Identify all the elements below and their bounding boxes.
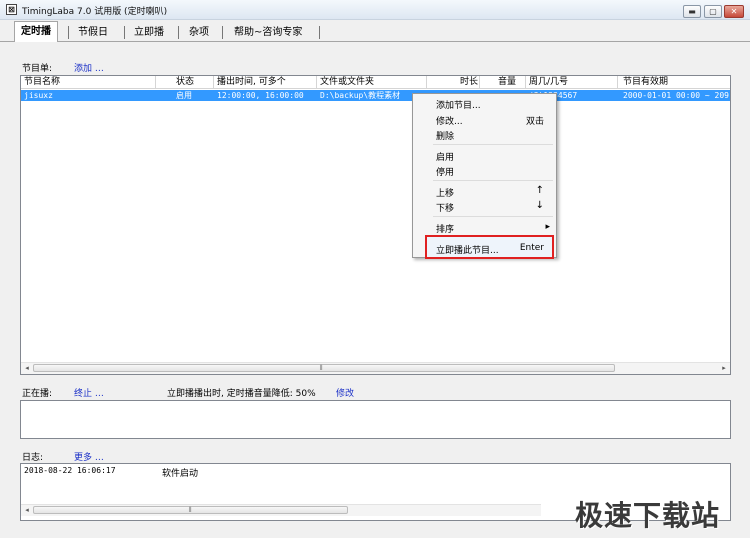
menu-item-play-now[interactable]: 立即播此节目... — [436, 243, 499, 256]
menu-separator — [433, 216, 553, 217]
cell-file: D:\backup\教程素材 — [320, 91, 401, 100]
arrow-up-icon: ↑ — [535, 185, 544, 196]
menu-shortcut-enter: Enter — [519, 243, 544, 253]
now-playing-label: 正在播: — [22, 389, 53, 399]
tab-scheduled[interactable]: 定时播 — [14, 21, 58, 42]
column-header-days[interactable]: 周几/几号 — [526, 76, 618, 89]
watermark-text: 极速下载站 — [575, 499, 721, 532]
menu-item-add[interactable]: 添加节目... — [436, 98, 481, 111]
tab-help[interactable]: 帮助~咨询专家 — [228, 24, 308, 41]
close-button[interactable]: ✕ — [724, 5, 744, 18]
scroll-grip-icon: ⦀ — [188, 506, 192, 514]
tab-separator — [178, 26, 179, 39]
menu-separator — [433, 144, 553, 145]
program-list-label: 节目单: — [22, 64, 53, 74]
cell-name: jisuxz — [24, 91, 53, 100]
arrow-down-icon: ↓ — [535, 200, 544, 211]
log-entry-time: 2018-08-22 16:06:17 — [24, 466, 116, 475]
scroll-right-arrow-icon[interactable]: ▸ — [718, 362, 730, 374]
menu-separator — [433, 180, 553, 181]
cell-times: 12:00:00, 16:00:00 — [217, 91, 304, 100]
menu-item-move-up[interactable]: 上移 — [436, 186, 454, 199]
tab-holidays[interactable]: 节假日 — [72, 24, 114, 41]
volume-info: 立即播播出时, 定时播音量降低: 50% — [167, 389, 316, 399]
stop-link[interactable]: 终止 … — [74, 386, 104, 399]
column-header-status[interactable]: 状态 — [156, 76, 214, 89]
cell-validity: 2000-01-01 00:00 ~ 209 — [623, 91, 729, 100]
column-header-duration[interactable]: 时长 — [427, 76, 480, 89]
column-header-file[interactable]: 文件或文件夹 — [317, 76, 427, 89]
now-playing-box — [20, 400, 731, 439]
tab-separator — [319, 26, 320, 39]
column-header-times[interactable]: 播出时间, 可多个 — [214, 76, 317, 89]
minimize-button[interactable]: ▬ — [683, 5, 701, 18]
menu-item-disable[interactable]: 停用 — [436, 165, 454, 178]
window-title: TimingLaba 7.0 试用版 (定时喇叭) — [22, 7, 168, 17]
column-header-validity[interactable]: 节目有效期 — [618, 76, 730, 89]
tab-instant[interactable]: 立即播 — [128, 24, 170, 41]
menu-item-modify[interactable]: 修改... — [436, 114, 463, 127]
menu-shortcut-double-click: 双击 — [525, 117, 544, 127]
log-entry-message: 软件启动 — [162, 469, 199, 479]
more-log-link[interactable]: 更多 … — [74, 450, 104, 463]
menu-item-enable[interactable]: 启用 — [436, 150, 454, 163]
app-icon: ⊠ — [6, 4, 17, 15]
column-header-name[interactable]: 节目名称 — [21, 76, 156, 89]
log-label: 日志: — [22, 453, 44, 463]
menu-item-delete[interactable]: 删除 — [436, 129, 454, 142]
tab-separator — [124, 26, 125, 39]
add-program-link[interactable]: 添加 … — [74, 61, 104, 74]
scroll-grip-icon: ⦀ — [319, 364, 323, 372]
program-list[interactable] — [20, 75, 731, 375]
submenu-arrow-icon: ▸ — [545, 222, 550, 232]
scroll-left-arrow-icon[interactable]: ◂ — [21, 362, 33, 374]
scroll-left-arrow-icon[interactable]: ◂ — [21, 504, 33, 516]
menu-item-move-down[interactable]: 下移 — [436, 201, 454, 214]
tab-misc[interactable]: 杂项 — [183, 24, 215, 41]
maximize-button[interactable]: ▢ — [704, 5, 722, 18]
tab-separator — [222, 26, 223, 39]
modify-link[interactable]: 修改 — [336, 386, 354, 399]
tab-separator — [68, 26, 69, 39]
cell-status: 启用 — [176, 91, 192, 100]
menu-item-sort[interactable]: 排序 — [436, 222, 454, 235]
column-header-volume[interactable]: 音量 — [480, 76, 526, 89]
